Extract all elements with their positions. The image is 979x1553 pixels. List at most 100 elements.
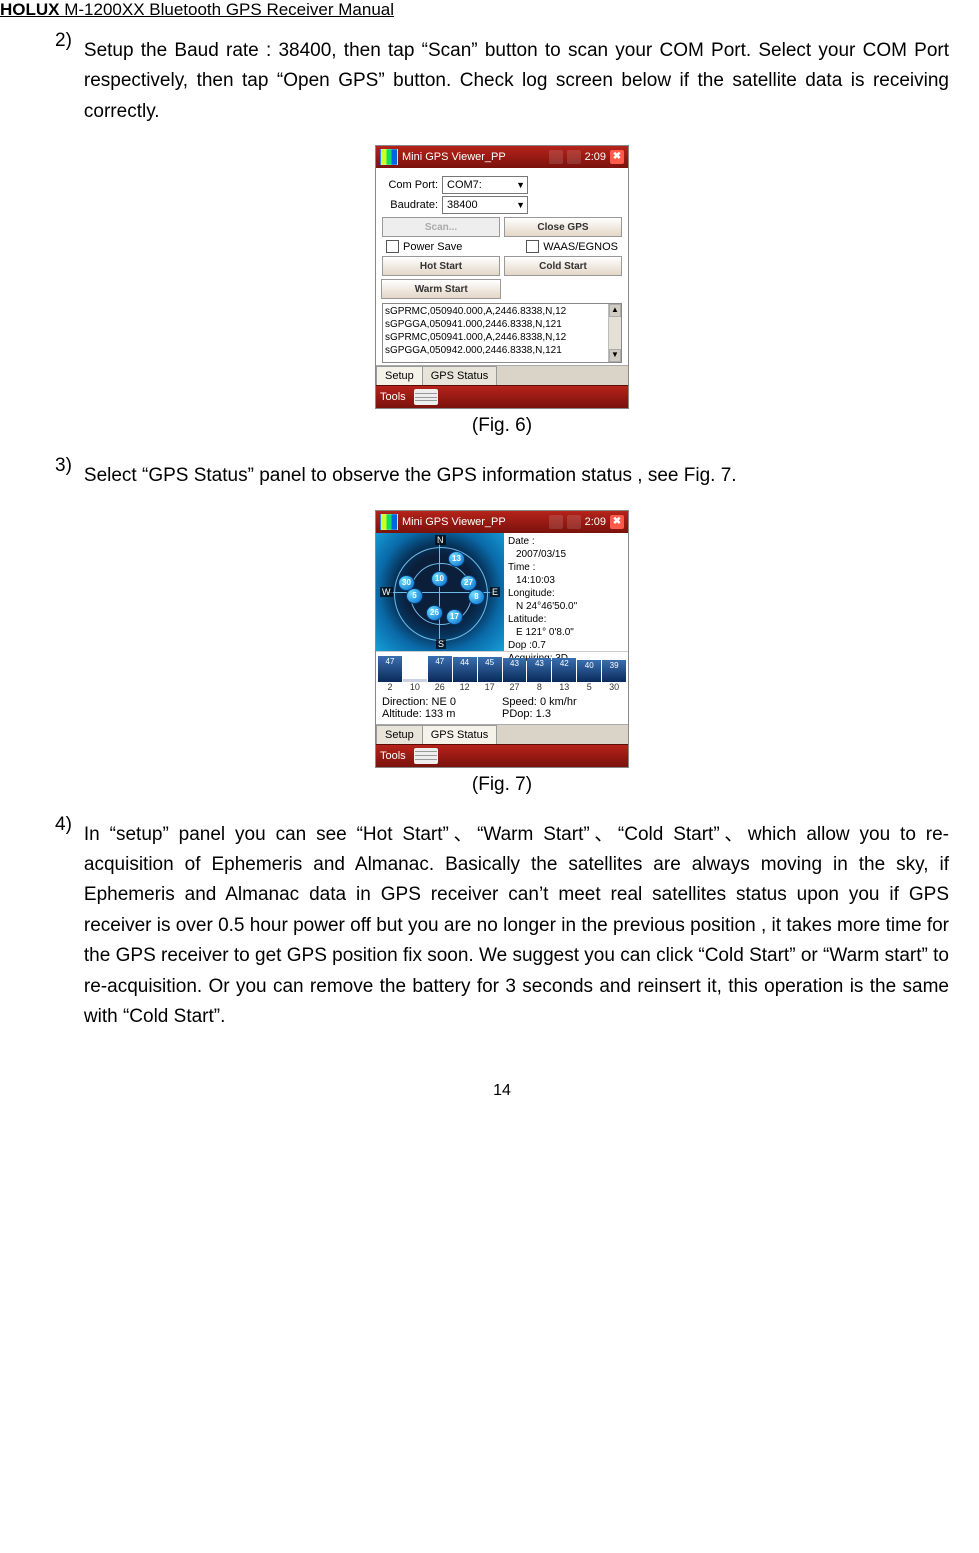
altitude-value: 133 m: [425, 708, 456, 720]
tab-setup[interactable]: Setup: [376, 366, 423, 385]
snr-bar: 43: [503, 658, 527, 682]
prn-value: 27: [503, 682, 527, 692]
direction-label: Direction:: [382, 696, 428, 708]
fig6-titlebar: Mini GPS Viewer_PP 2:09 ✖: [376, 146, 628, 168]
fig6-screenshot: Mini GPS Viewer_PP 2:09 ✖ Com Port: COM7…: [375, 145, 629, 409]
direction-value: NE 0: [432, 696, 456, 708]
log-line: sGPRMC,050941.000,A,2446.8338,N,12: [385, 331, 619, 344]
comport-value: COM7:: [447, 179, 482, 191]
doc-header: HOLUX M-1200XX Bluetooth GPS Receiver Ma…: [0, 0, 949, 24]
prn-value: 12: [453, 682, 477, 692]
snr-bar: 45: [478, 657, 502, 682]
snr-bar: 47: [428, 656, 452, 682]
baudrate-select[interactable]: 38400 ▼: [442, 196, 528, 214]
satellite-marker: 26: [426, 605, 443, 621]
prn-value: 2: [378, 682, 402, 692]
nav-stats: Direction: NE 0 Speed: 0 km/hr Altitude:…: [376, 694, 628, 724]
comport-label: Com Port:: [382, 179, 438, 191]
dropdown-arrow-icon: ▼: [516, 200, 525, 210]
log-line: sGPGGA,050941.000,2446.8338,N,121: [385, 318, 619, 331]
doc-header-rest: M-1200XX Bluetooth GPS Receiver Manual: [60, 0, 395, 19]
log-scrollbar[interactable]: ▲▼: [608, 304, 621, 362]
pdop-label: PDop:: [502, 708, 533, 720]
doc-header-bold: HOLUX: [0, 0, 60, 19]
snr-bar: [403, 679, 427, 682]
prn-row: 21026121727813530: [376, 682, 628, 694]
scroll-up-icon[interactable]: ▲: [609, 304, 621, 317]
sky-plot: N S E W 13102730582617: [376, 533, 504, 651]
dop-label: Dop :: [508, 640, 532, 651]
fig6-toolbar: Tools: [376, 385, 628, 408]
tab-gps-status[interactable]: GPS Status: [422, 366, 497, 385]
satellite-marker: 8: [468, 589, 485, 605]
start-flag-icon: [380, 514, 398, 530]
scroll-down-icon[interactable]: ▼: [609, 349, 621, 362]
snr-bar: 47: [378, 656, 402, 682]
fig7-app-title: Mini GPS Viewer_PP: [402, 516, 506, 528]
waas-label: WAAS/EGNOS: [543, 241, 618, 253]
dropdown-arrow-icon: ▼: [516, 180, 525, 190]
altitude-label: Altitude:: [382, 708, 422, 720]
fig6-clock: 2:09: [585, 151, 606, 163]
tab-setup[interactable]: Setup: [376, 725, 423, 744]
snr-bar: 44: [453, 657, 477, 681]
item3-text: Select “GPS Status” panel to observe the…: [84, 461, 949, 491]
tools-menu[interactable]: Tools: [380, 750, 406, 762]
close-icon[interactable]: ✖: [610, 150, 624, 164]
start-flag-icon: [380, 149, 398, 165]
date-label: Date :: [508, 536, 535, 547]
keyboard-icon[interactable]: [414, 389, 438, 405]
speed-value: 0 km/hr: [540, 696, 577, 708]
fig7-clock: 2:09: [585, 516, 606, 528]
baudrate-value: 38400: [447, 199, 478, 211]
compass-e: E: [490, 587, 500, 597]
compass-w: W: [380, 587, 393, 597]
item3-number: 3): [55, 455, 72, 501]
satellite-marker: 13: [448, 551, 465, 567]
fix-info: Date : 2007/03/15 Time : 14:10:03 Longit…: [504, 533, 628, 651]
cold-start-button[interactable]: Cold Start: [504, 256, 622, 276]
nmea-log: sGPRMC,050940.000,A,2446.8338,N,12 sGPGG…: [382, 303, 622, 363]
hot-start-button[interactable]: Hot Start: [382, 256, 500, 276]
satellite-marker: 10: [431, 571, 448, 587]
tools-menu[interactable]: Tools: [380, 391, 406, 403]
close-gps-button[interactable]: Close GPS: [504, 217, 622, 237]
volume-icon: [567, 515, 581, 529]
prn-value: 10: [403, 682, 427, 692]
snr-bar: 39: [602, 660, 626, 681]
powersave-checkbox[interactable]: [386, 240, 399, 253]
waas-checkbox[interactable]: [526, 240, 539, 253]
prn-value: 13: [552, 682, 576, 692]
satellite-marker: 17: [446, 609, 463, 625]
fig7-toolbar: Tools: [376, 744, 628, 767]
snr-bar: 43: [527, 658, 551, 682]
fig7-screenshot: Mini GPS Viewer_PP 2:09 ✖ N S E W 131027…: [375, 510, 629, 768]
item2-number: 2): [55, 30, 72, 137]
scan-button[interactable]: Scan...: [382, 217, 500, 237]
prn-value: 17: [478, 682, 502, 692]
latitude-label: Latitude:: [508, 614, 546, 625]
prn-value: 26: [428, 682, 452, 692]
volume-icon: [567, 150, 581, 164]
connectivity-icon: [549, 150, 563, 164]
time-label: Time :: [508, 562, 535, 573]
comport-select[interactable]: COM7: ▼: [442, 176, 528, 194]
baudrate-label: Baudrate:: [382, 199, 438, 211]
keyboard-icon[interactable]: [414, 748, 438, 764]
snr-bar: 42: [552, 658, 576, 681]
warm-start-button[interactable]: Warm Start: [381, 279, 501, 299]
date-value: 2007/03/15: [508, 548, 624, 561]
time-value: 14:10:03: [508, 574, 624, 587]
prn-value: 5: [577, 682, 601, 692]
connectivity-icon: [549, 515, 563, 529]
powersave-label: Power Save: [403, 241, 462, 253]
speed-label: Speed:: [502, 696, 537, 708]
close-icon[interactable]: ✖: [610, 515, 624, 529]
prn-value: 8: [527, 682, 551, 692]
satellite-marker: 5: [406, 588, 423, 604]
item2-text: Setup the Baud rate : 38400, then tap “S…: [84, 36, 949, 127]
fig6-app-title: Mini GPS Viewer_PP: [402, 151, 506, 163]
tab-gps-status[interactable]: GPS Status: [422, 725, 497, 744]
fig7-caption: (Fig. 7): [55, 774, 949, 796]
log-line: sGPGGA,050942.000,2446.8338,N,121: [385, 344, 619, 357]
